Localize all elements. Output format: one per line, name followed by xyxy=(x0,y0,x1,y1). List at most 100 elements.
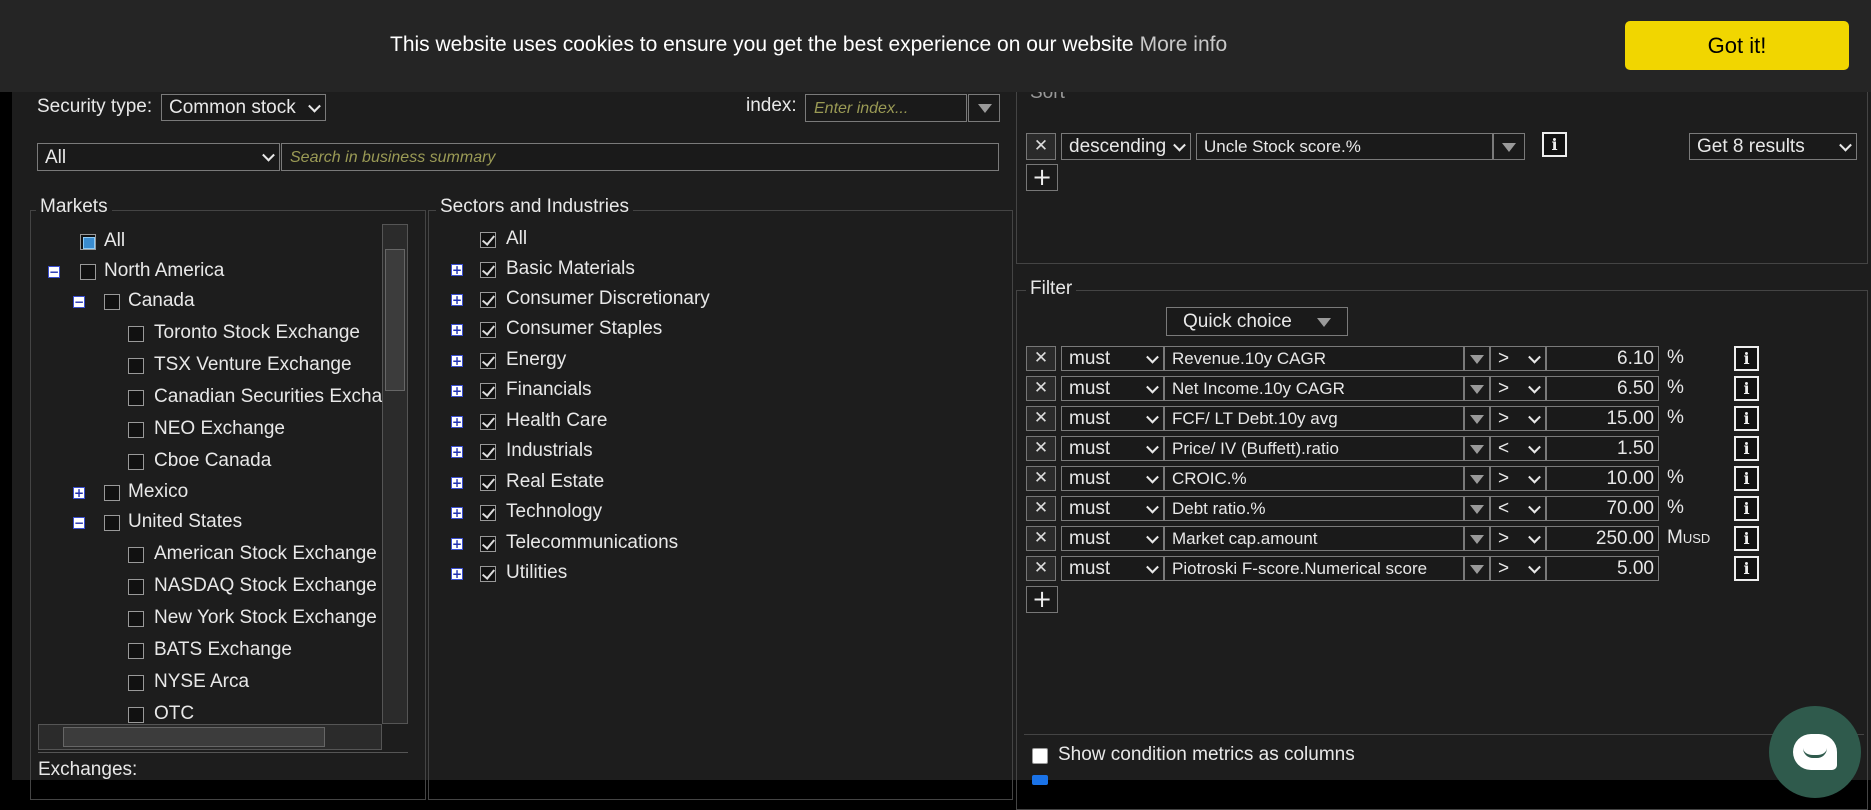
filter-metric-dropdown-button[interactable] xyxy=(1464,346,1490,371)
markets-all-checkbox[interactable] xyxy=(80,234,96,250)
united-states-checkbox[interactable] xyxy=(104,515,120,531)
more-info-link[interactable]: More info xyxy=(1140,33,1228,56)
filter-operator-select[interactable]: > xyxy=(1490,466,1546,491)
remove-filter-button[interactable]: ✕ xyxy=(1026,556,1056,581)
sort-order-select[interactable]: descending xyxy=(1061,133,1191,160)
remove-filter-button[interactable]: ✕ xyxy=(1026,466,1056,491)
quick-choice-button[interactable]: Quick choice xyxy=(1166,307,1348,336)
collapse-toggle-icon[interactable]: − xyxy=(73,296,85,308)
expand-toggle-icon[interactable]: + xyxy=(451,446,463,458)
sector-checkbox[interactable] xyxy=(480,322,496,338)
filter-mode-select[interactable]: must xyxy=(1061,496,1164,521)
add-sort-button[interactable]: + xyxy=(1026,164,1058,191)
index-dropdown-button[interactable] xyxy=(968,94,1000,122)
market-checkbox[interactable] xyxy=(128,675,144,691)
sort-info-icon[interactable]: i xyxy=(1542,132,1567,157)
filter-metric-field[interactable]: Debt ratio.% xyxy=(1164,496,1464,521)
remove-filter-button[interactable]: ✕ xyxy=(1026,346,1056,371)
filter-metric-dropdown-button[interactable] xyxy=(1464,406,1490,431)
filter-metric-field[interactable]: Price/ IV (Buffett).ratio xyxy=(1164,436,1464,461)
market-checkbox[interactable] xyxy=(128,358,144,374)
market-checkbox[interactable] xyxy=(128,326,144,342)
filter-info-icon[interactable]: i xyxy=(1734,436,1759,461)
expand-toggle-icon[interactable]: + xyxy=(451,477,463,489)
filter-value-input[interactable]: 15.00 xyxy=(1546,406,1659,431)
expand-toggle-icon[interactable]: + xyxy=(451,294,463,306)
filter-operator-select[interactable]: < xyxy=(1490,436,1546,461)
filter-info-icon[interactable]: i xyxy=(1734,466,1759,491)
remove-sort-button[interactable]: ✕ xyxy=(1026,133,1056,160)
index-input[interactable]: Enter index... xyxy=(805,94,967,122)
summary-scope-select[interactable]: All xyxy=(37,143,280,171)
scrollbar-thumb[interactable] xyxy=(63,727,325,747)
canada-checkbox[interactable] xyxy=(104,294,120,310)
security-type-select[interactable]: Common stock xyxy=(161,94,326,121)
filter-metric-field[interactable]: Revenue.10y CAGR xyxy=(1164,346,1464,371)
market-checkbox[interactable] xyxy=(128,643,144,659)
expand-toggle-icon[interactable]: + xyxy=(451,385,463,397)
expand-toggle-icon[interactable]: + xyxy=(451,416,463,428)
expand-toggle-icon[interactable]: + xyxy=(73,487,85,499)
remove-filter-button[interactable]: ✕ xyxy=(1026,406,1056,431)
market-checkbox[interactable] xyxy=(128,579,144,595)
filter-mode-select[interactable]: must xyxy=(1061,436,1164,461)
expand-toggle-icon[interactable]: + xyxy=(451,568,463,580)
expand-toggle-icon[interactable]: + xyxy=(451,324,463,336)
sector-checkbox[interactable] xyxy=(480,353,496,369)
market-checkbox[interactable] xyxy=(128,707,144,723)
filter-mode-select[interactable]: must xyxy=(1061,526,1164,551)
filter-operator-select[interactable]: > xyxy=(1490,526,1546,551)
market-checkbox[interactable] xyxy=(128,422,144,438)
add-filter-button[interactable]: + xyxy=(1026,586,1058,613)
sector-checkbox[interactable] xyxy=(480,536,496,552)
filter-metric-dropdown-button[interactable] xyxy=(1464,556,1490,581)
filter-metric-field[interactable]: CROIC.% xyxy=(1164,466,1464,491)
filter-info-icon[interactable]: i xyxy=(1734,556,1759,581)
filter-value-input[interactable]: 10.00 xyxy=(1546,466,1659,491)
sort-metric-field[interactable]: Uncle Stock score.% xyxy=(1196,133,1493,160)
filter-value-input[interactable]: 6.50 xyxy=(1546,376,1659,401)
market-checkbox[interactable] xyxy=(128,611,144,627)
remove-filter-button[interactable]: ✕ xyxy=(1026,436,1056,461)
filter-mode-select[interactable]: must xyxy=(1061,466,1164,491)
sector-checkbox[interactable] xyxy=(480,566,496,582)
filter-value-input[interactable]: 70.00 xyxy=(1546,496,1659,521)
filter-mode-select[interactable]: must xyxy=(1061,376,1164,401)
market-checkbox[interactable] xyxy=(128,454,144,470)
filter-info-icon[interactable]: i xyxy=(1734,376,1759,401)
markets-vertical-scrollbar[interactable] xyxy=(382,224,408,724)
sector-checkbox[interactable] xyxy=(480,292,496,308)
second-option-checkbox[interactable] xyxy=(1032,775,1048,785)
filter-info-icon[interactable]: i xyxy=(1734,346,1759,371)
sector-checkbox[interactable] xyxy=(480,383,496,399)
collapse-toggle-icon[interactable]: − xyxy=(73,517,85,529)
sector-checkbox[interactable] xyxy=(480,262,496,278)
filter-value-input[interactable]: 250.00 xyxy=(1546,526,1659,551)
filter-operator-select[interactable]: > xyxy=(1490,406,1546,431)
filter-metric-field[interactable]: Market cap.amount xyxy=(1164,526,1464,551)
results-count-select[interactable]: Get 8 results xyxy=(1689,133,1857,160)
business-summary-search-input[interactable]: Search in business summary xyxy=(281,143,999,171)
market-checkbox[interactable] xyxy=(128,390,144,406)
filter-metric-field[interactable]: Net Income.10y CAGR xyxy=(1164,376,1464,401)
north-america-checkbox[interactable] xyxy=(80,264,96,280)
filter-metric-dropdown-button[interactable] xyxy=(1464,376,1490,401)
filter-operator-select[interactable]: > xyxy=(1490,556,1546,581)
sector-checkbox[interactable] xyxy=(480,475,496,491)
filter-info-icon[interactable]: i xyxy=(1734,496,1759,521)
filter-info-icon[interactable]: i xyxy=(1734,526,1759,551)
sector-checkbox[interactable] xyxy=(480,444,496,460)
filter-metric-field[interactable]: FCF/ LT Debt.10y avg xyxy=(1164,406,1464,431)
filter-metric-dropdown-button[interactable] xyxy=(1464,526,1490,551)
filter-value-input[interactable]: 1.50 xyxy=(1546,436,1659,461)
sort-metric-dropdown-button[interactable] xyxy=(1493,133,1525,160)
sectors-all-checkbox[interactable] xyxy=(480,232,496,248)
filter-operator-select[interactable]: > xyxy=(1490,376,1546,401)
sector-checkbox[interactable] xyxy=(480,505,496,521)
filter-mode-select[interactable]: must xyxy=(1061,556,1164,581)
remove-filter-button[interactable]: ✕ xyxy=(1026,496,1056,521)
remove-filter-button[interactable]: ✕ xyxy=(1026,526,1056,551)
sector-checkbox[interactable] xyxy=(480,414,496,430)
filter-mode-select[interactable]: must xyxy=(1061,406,1164,431)
filter-operator-select[interactable]: < xyxy=(1490,496,1546,521)
